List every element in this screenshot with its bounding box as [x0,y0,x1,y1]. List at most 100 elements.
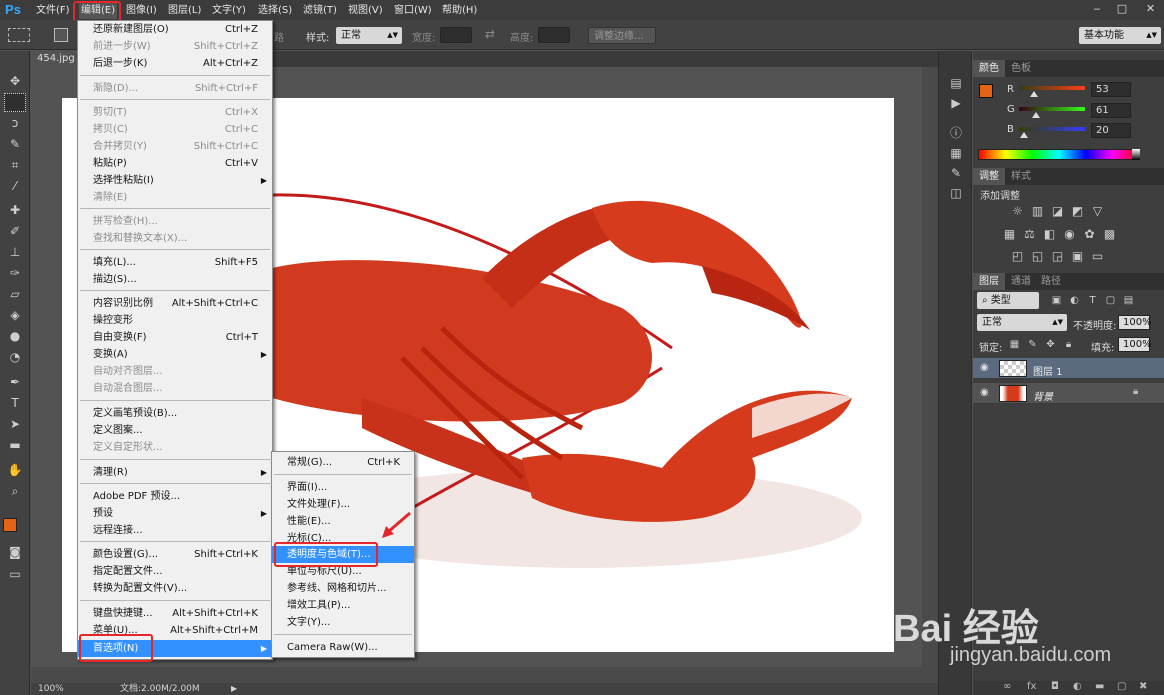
menu-item[interactable]: 界面(I)... [272,479,414,496]
marquee-tool-icon[interactable] [8,28,30,42]
screen-mode-icon[interactable]: ▭ [4,565,26,584]
path-select-tool-icon[interactable]: ➤ [4,415,26,434]
tab-adjustments[interactable]: 调整 [973,168,1005,185]
close-icon[interactable]: ✕ [1137,0,1164,18]
add-mask-icon[interactable]: ◘ [1051,681,1059,692]
healing-brush-tool-icon[interactable]: ✚ [4,201,26,220]
black-white-icon[interactable]: ◧ [1042,227,1057,242]
color-bw-ramp[interactable] [1132,149,1140,160]
menu-item[interactable]: 粘贴(P) Ctrl+V [78,155,272,172]
opacity-value[interactable]: 100% [1118,315,1152,330]
eraser-tool-icon[interactable]: ▱ [4,285,26,304]
menu-item[interactable]: Adobe PDF 预设... [78,488,272,505]
tab-color[interactable]: 颜色 [973,60,1005,77]
width-input[interactable] [440,27,472,43]
color-balance-icon[interactable]: ⚖ [1022,227,1037,242]
tab-paths[interactable]: 路径 [1035,273,1067,290]
menu-item[interactable]: 填充(L)... Shift+F5 [78,254,272,271]
status-menu-arrow-icon[interactable]: ▶ [231,683,237,695]
menu-file[interactable]: 文件(F) [34,2,72,19]
lock-pixels-icon[interactable]: ✎ [1025,337,1040,352]
refine-edge-button[interactable]: 调整边缘... [588,27,656,44]
tab-channels[interactable]: 通道 [1005,273,1037,290]
menu-item[interactable]: 还原新建图层(O) Ctrl+Z [78,21,272,38]
visibility-eye-icon[interactable]: ◉ [980,387,989,398]
red-slider-thumb[interactable] [1030,91,1038,97]
style-select[interactable]: 正常 ▲▼ [336,27,402,44]
blur-tool-icon[interactable]: ● [4,327,26,346]
lock-all-icon[interactable]: 🔒︎ [1061,337,1076,352]
red-value[interactable]: 53 [1091,82,1131,97]
filter-pixel-icon[interactable]: ▣ [1049,293,1064,308]
layer-row-1[interactable]: ◉ 图层 1 [973,358,1164,379]
lasso-tool-icon[interactable]: ↄ [4,114,26,133]
green-slider-thumb[interactable] [1032,112,1040,118]
menu-item[interactable]: 定义图案... [78,422,272,439]
menu-item[interactable]: 清理(R) ▶ [78,464,272,481]
layer-row-background[interactable]: ◉ 背景 🔒︎ [973,383,1164,404]
minimize-icon[interactable]: ‒ [1087,0,1107,18]
menu-item[interactable]: 预设 ▶ [78,505,272,522]
filter-shape-icon[interactable]: ▢ [1103,293,1118,308]
brightness-icon[interactable]: ☼ [1010,204,1025,219]
link-layers-icon[interactable]: ∞ [1003,681,1011,692]
clone-source-icon[interactable]: ◫ [948,185,964,201]
new-selection-icon[interactable] [54,28,68,42]
menu-item[interactable]: 文字(Y)... [272,614,414,631]
color-lookup-icon[interactable]: ▩ [1102,227,1117,242]
menu-select[interactable]: 选择(S) [256,2,294,19]
lock-transparent-icon[interactable]: ▦ [1007,337,1022,352]
tab-swatches[interactable]: 色板 [1005,60,1037,77]
brush-preset-icon[interactable]: ✎ [948,165,964,181]
height-input[interactable] [538,27,570,43]
gradient-map-icon[interactable]: ▭ [1090,249,1105,264]
menu-item[interactable]: 键盘快捷键... Alt+Shift+Ctrl+K [78,605,272,622]
vertical-scrollbar[interactable] [922,67,938,683]
menu-item[interactable]: 常规(G)... Ctrl+K [272,454,414,471]
blue-slider-thumb[interactable] [1020,132,1028,138]
crop-tool-icon[interactable]: ⌗ [4,156,26,175]
eyedropper-tool-icon[interactable]: ⁄ [4,177,26,196]
menu-item[interactable]: 选择性粘贴(I) ▶ [78,172,272,189]
quick-select-tool-icon[interactable]: ✎ [4,135,26,154]
rect-marquee-tool-icon[interactable] [4,93,26,112]
menu-item[interactable]: 指定配置文件... [78,563,272,580]
menu-item[interactable]: 远程连接... [78,522,272,539]
new-group-icon[interactable]: ▬ [1095,681,1104,692]
history-icon[interactable]: ▤ [948,75,964,91]
document-tab[interactable]: 454.jpg [31,51,83,67]
menu-window[interactable]: 窗口(W) [392,2,434,19]
menu-item[interactable]: Camera Raw(W)... [272,639,414,656]
photo-filter-icon[interactable]: ◉ [1062,227,1077,242]
paint-bucket-tool-icon[interactable]: ◈ [4,306,26,325]
info-icon[interactable]: ⓘ [948,125,964,141]
swap-icon[interactable]: ⇄ [485,27,495,41]
exposure-icon[interactable]: ◩ [1070,204,1085,219]
dodge-tool-icon[interactable]: ◔ [4,348,26,367]
green-slider-track[interactable] [1019,107,1085,111]
quick-mask-icon[interactable]: ◙ [4,543,26,562]
tab-styles[interactable]: 样式 [1005,168,1037,185]
menu-item[interactable]: 变换(A) ▶ [78,346,272,363]
red-slider-track[interactable] [1019,86,1085,90]
fill-value[interactable]: 100% [1118,337,1152,352]
channel-mixer-icon[interactable]: ✿ [1082,227,1097,242]
menu-item[interactable]: 参考线、网格和切片... [272,580,414,597]
color-spectrum-bar[interactable] [978,149,1140,160]
menu-item[interactable]: 增效工具(P)... [272,597,414,614]
foreground-color-swatch[interactable] [3,518,17,532]
new-layer-icon[interactable]: ▢ [1117,681,1126,692]
menu-layer[interactable]: 图层(L) [166,2,203,19]
new-adjustment-icon[interactable]: ◐ [1073,681,1082,692]
history-brush-tool-icon[interactable]: ✑ [4,264,26,283]
menu-item[interactable]: 颜色设置(G)... Shift+Ctrl+K [78,546,272,563]
workspace-select[interactable]: 基本功能 ▲▼ [1079,27,1161,44]
type-tool-icon[interactable]: T [4,394,26,413]
restore-icon[interactable]: □ [1112,0,1132,18]
shape-tool-icon[interactable]: ▬ [4,436,26,455]
invert-icon[interactable]: ◰ [1010,249,1025,264]
brush-tool-icon[interactable]: ✐ [4,222,26,241]
menu-item[interactable]: 自由变换(F) Ctrl+T [78,329,272,346]
hue-saturation-icon[interactable]: ▦ [1002,227,1017,242]
actions-play-icon[interactable]: ▶ [948,95,964,111]
